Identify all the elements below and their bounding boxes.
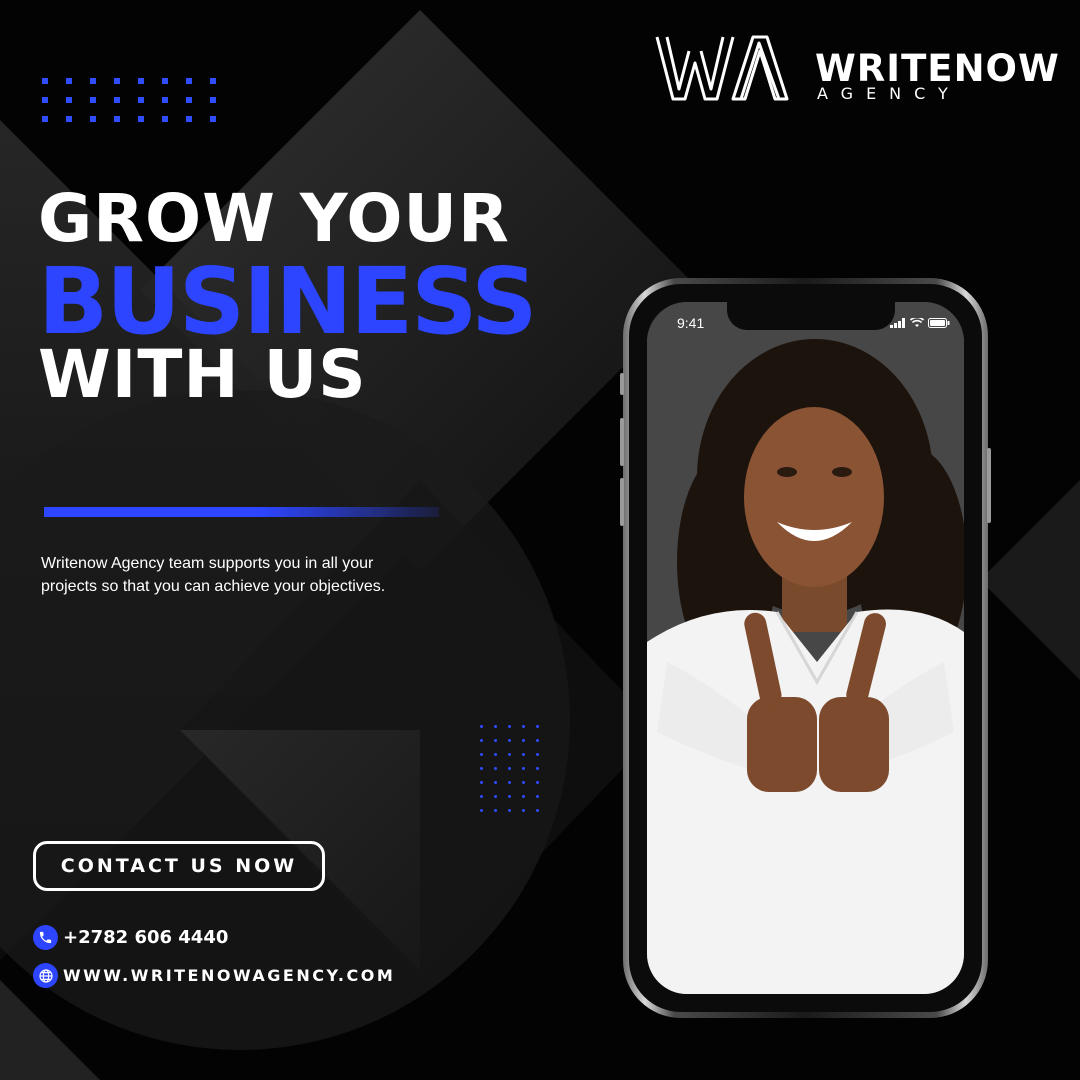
description-text: Writenow Agency team supports you in all… [41,555,386,595]
mute-switch [620,373,624,395]
volume-down-button [620,478,624,526]
accent-divider [44,507,439,517]
phone-number: +2782 606 4440 [63,927,229,948]
wifi-icon [910,318,924,327]
battery-icon [928,318,950,328]
volume-up-button [620,418,624,466]
power-button [987,448,991,523]
phone-icon [33,925,58,950]
person-thumbs-up-photo [647,302,964,994]
wa-monogram-icon [655,35,789,101]
globe-icon [33,963,58,988]
phone-bezel: 9:41 [629,284,982,1012]
phone-screen: 9:41 [647,302,964,994]
brand-subtitle: AGENCY [817,84,961,103]
promo-canvas: WRITENOW AGENCY GROW YOUR BUSINESS WITH … [0,0,1080,1080]
decorative-dot-grid [480,725,539,812]
phone-notch [727,302,895,330]
contact-us-button[interactable]: CONTACT US NOW [33,841,325,891]
status-bar-time: 9:41 [677,315,705,331]
signal-icon [890,318,905,328]
brand-logo[interactable]: WRITENOW AGENCY [655,33,1059,105]
phone-contact[interactable]: +2782 606 4440 [33,925,228,950]
headline-line-3: WITH US [38,336,367,413]
headline-line-1: GROW YOUR [38,180,510,257]
status-bar-icons [890,318,950,328]
decorative-dot-grid [42,78,216,122]
website-url: WWW.WRITENOWAGENCY.COM [63,966,396,985]
smartphone-mockup: 9:41 [620,278,991,1018]
website-link[interactable]: WWW.WRITENOWAGENCY.COM [33,963,395,988]
